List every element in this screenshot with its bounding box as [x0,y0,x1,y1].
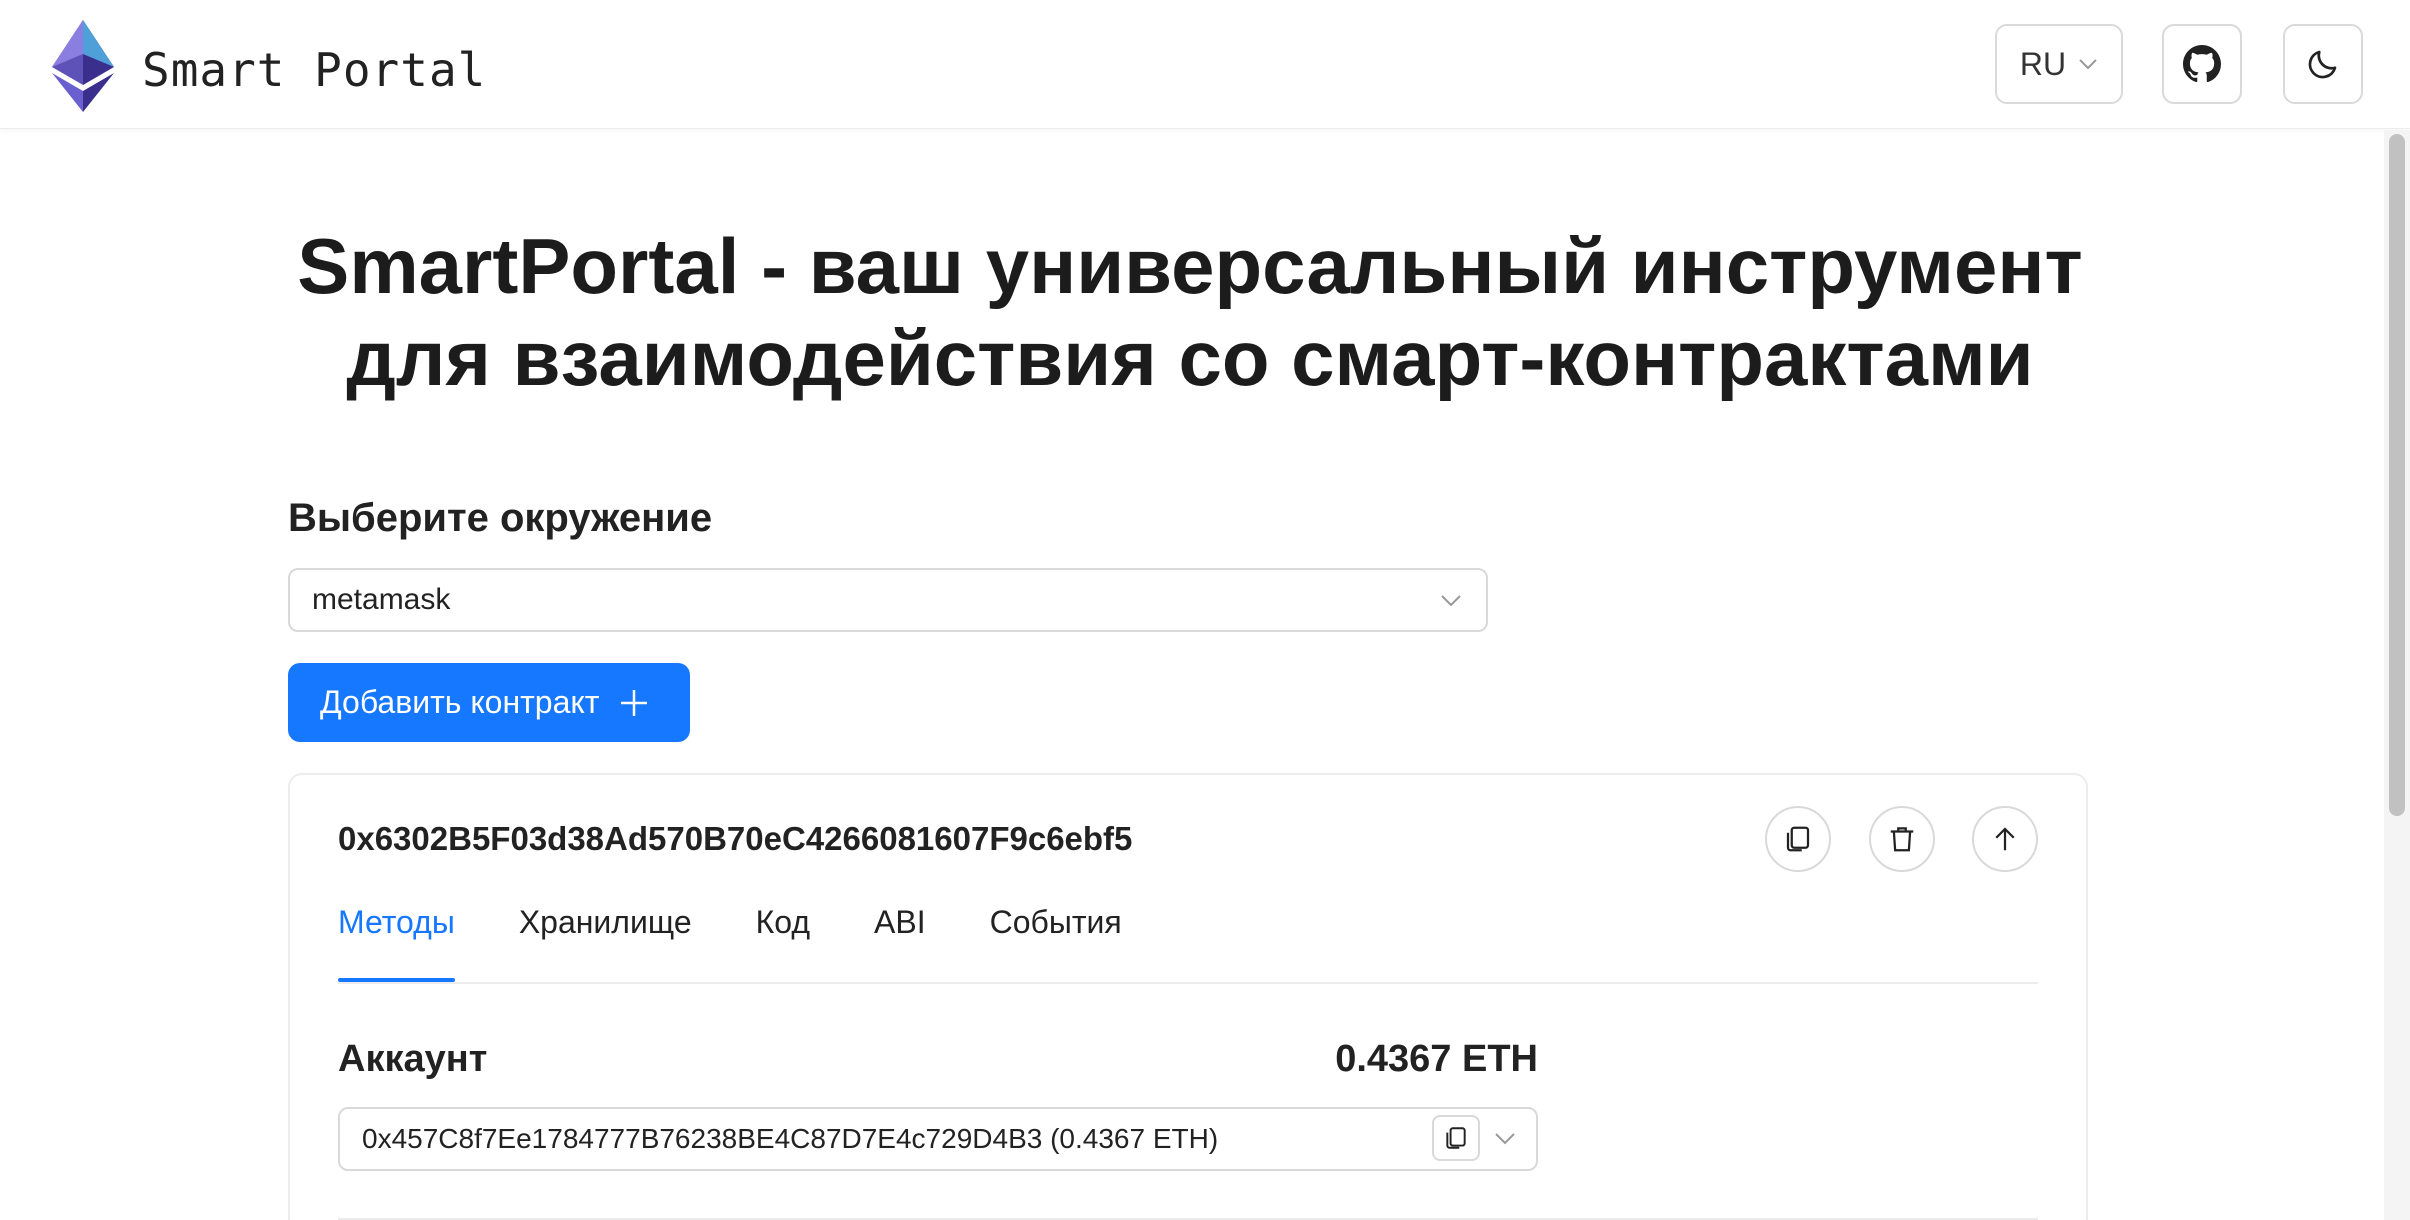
account-label: Аккаунт [338,1038,488,1080]
github-button[interactable] [2162,24,2242,104]
ethereum-logo-icon[interactable] [52,20,114,112]
chevron-down-icon [2079,59,2097,70]
plus-icon [621,689,648,716]
github-icon [2183,45,2221,83]
theme-toggle-button[interactable] [2283,24,2363,104]
tab-methods[interactable]: Методы [338,904,455,982]
brand-title[interactable]: Smart Portal [142,44,486,96]
account-select[interactable]: 0x457C8f7Ee1784777B76238BE4C87D7E4c729D4… [338,1107,1538,1171]
collapse-contract-button[interactable] [1972,806,2038,872]
add-contract-button[interactable]: Добавить контракт [288,663,690,742]
environment-value: metamask [312,583,451,616]
chevron-down-icon[interactable] [1494,1132,1516,1146]
add-contract-label: Добавить контракт [320,684,600,720]
arrow-up-icon [1995,827,2015,851]
language-value: RU [2019,45,2067,82]
chevron-down-icon [1441,595,1461,607]
top-header: Smart Portal RU [0,0,2410,129]
page-title-line-2: для взаимодействия со смарт-контрактами [346,314,2034,402]
tab-abi[interactable]: ABI [874,904,926,982]
tab-events[interactable]: События [990,904,1122,982]
copy-icon [1786,826,1810,852]
moon-icon [2308,50,2337,79]
delete-contract-button[interactable] [1869,806,1935,872]
copy-account-button[interactable] [1432,1115,1480,1161]
account-value: 0x457C8f7Ee1784777B76238BE4C87D7E4c729D4… [362,1123,1219,1154]
environment-select[interactable]: metamask [288,568,1488,632]
account-balance: 0.4367 ETH [1335,1038,1538,1080]
scrollbar-thumb[interactable] [2389,134,2405,816]
contract-address: 0x6302B5F03d38Ad570B70eC4266081607F9c6eb… [338,820,1133,857]
page-title-line-1: SmartPortal - ваш универсальный инструме… [297,222,2083,310]
tabs-divider [338,982,2038,984]
contract-tabs: Методы Хранилище Код ABI События [338,904,1122,982]
environment-label: Выберите окружение [288,496,713,540]
tab-code[interactable]: Код [756,904,810,982]
language-select[interactable]: RU [1995,24,2123,104]
copy-address-button[interactable] [1765,806,1831,872]
page-title: SmartPortal - ваш универсальный инструме… [240,220,2140,404]
copy-icon [1446,1127,1466,1149]
trash-icon [1890,827,1914,852]
tab-storage[interactable]: Хранилище [519,904,692,982]
